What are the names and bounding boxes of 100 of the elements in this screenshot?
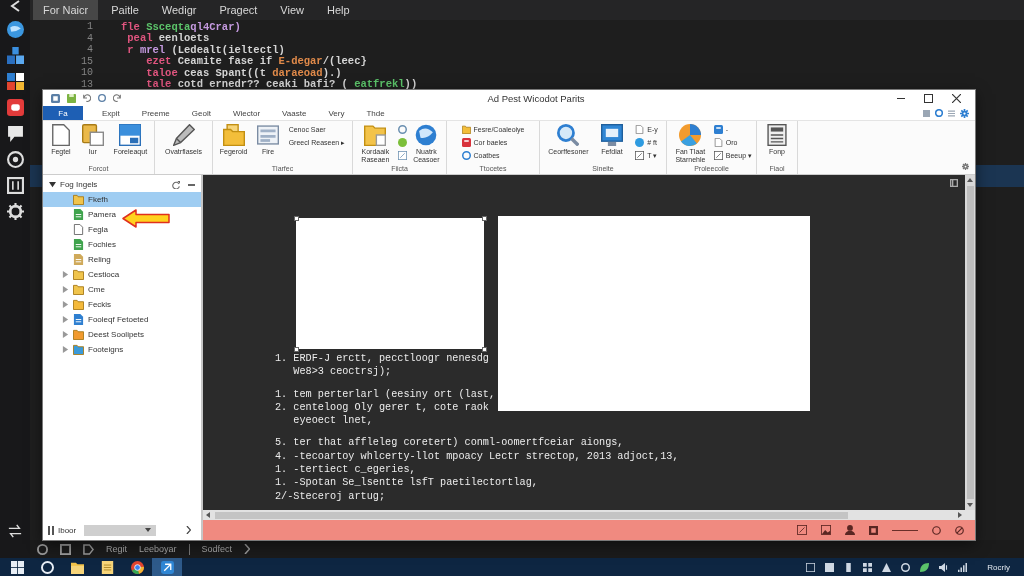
vertical-scrollbar[interactable]	[965, 175, 975, 510]
ring-icon	[461, 151, 471, 160]
menu-item[interactable]: Paitle	[101, 0, 149, 20]
frame-icon	[713, 151, 723, 160]
ribbon-tab[interactable]: Thde	[355, 106, 396, 120]
sheet-icon	[73, 239, 84, 250]
magnifier-icon	[557, 124, 580, 146]
scrollbar-thumb[interactable]	[966, 186, 974, 499]
frame-icon[interactable]	[797, 525, 807, 535]
globe-icon[interactable]	[6, 21, 24, 38]
scrollbar-thumb[interactable]	[215, 511, 848, 519]
code-line: fle Ssceqtaql4Crar)	[121, 20, 241, 33]
code-line: r mrel (Ledealt(ieltectl)	[126, 43, 285, 56]
tree-item[interactable]: Cestioca	[43, 267, 201, 282]
tile-icon[interactable]	[825, 562, 835, 572]
caret-right-icon[interactable]	[958, 512, 962, 518]
canvas-text-line: 1. tem perterlarl (eesiny ort (last,	[275, 387, 497, 401]
menu-item[interactable]: Pragect	[209, 0, 268, 20]
square-icon[interactable]	[60, 543, 71, 555]
tree-item[interactable]: Fochies	[43, 237, 201, 252]
breadcrumb-item[interactable]: Leeboyar	[139, 544, 177, 554]
menu-item[interactable]: View	[270, 0, 314, 20]
person-icon[interactable]	[845, 525, 855, 535]
menu-item[interactable]: Wedigr	[151, 0, 207, 20]
dot-icon[interactable]	[397, 138, 407, 147]
ribbon-tab[interactable]: Geolt	[180, 106, 222, 120]
taskbar-button[interactable]	[152, 558, 182, 576]
caret-icon[interactable]	[49, 181, 56, 188]
page-icon	[49, 124, 72, 146]
minimize-icon[interactable]	[897, 97, 905, 99]
bar-icon[interactable]	[844, 562, 854, 572]
tree-item[interactable]: Reling	[43, 252, 201, 267]
dropdown-field[interactable]	[84, 524, 157, 536]
undo-icon[interactable]	[83, 94, 91, 102]
caret-up-icon[interactable]	[882, 562, 892, 572]
folder-icon	[70, 560, 84, 574]
tree-item[interactable]: Footeigns	[43, 342, 201, 357]
tree-item[interactable]: Fog Ingels	[43, 177, 164, 192]
chat-bubble-icon[interactable]	[6, 125, 24, 142]
line-number: 4	[86, 32, 93, 44]
canvas-text-line: 1. -Spotan Se_lsentte lsfT paetilectortlag,	[275, 476, 539, 490]
caret-down-icon[interactable]	[967, 503, 973, 507]
caret-up-icon[interactable]	[967, 178, 973, 182]
grid-icon[interactable]	[863, 562, 873, 572]
tag-icon[interactable]	[83, 543, 94, 555]
breadcrumb-item[interactable]: Regit	[106, 544, 127, 554]
resize-handle[interactable]	[293, 215, 299, 221]
minus-icon[interactable]	[188, 183, 195, 186]
network-icon[interactable]	[958, 562, 968, 572]
redo-icon[interactable]	[113, 94, 121, 102]
slash-circle-icon[interactable]	[955, 525, 964, 535]
frame-icon[interactable]	[397, 151, 407, 160]
tile-icon[interactable]	[869, 525, 878, 535]
ribbon-tab[interactable]: Fa	[43, 106, 83, 120]
tree-item[interactable]: Deest Soolipets	[43, 327, 201, 342]
leaf-icon[interactable]	[920, 562, 930, 572]
chevron-right-icon[interactable]	[186, 526, 192, 534]
tree-item[interactable]: Fegla	[43, 222, 201, 237]
blocks-icon[interactable]	[6, 47, 24, 64]
app-icon[interactable]	[6, 99, 24, 116]
target-icon[interactable]	[6, 151, 24, 168]
tiles-icon[interactable]	[6, 73, 24, 90]
resize-handle[interactable]	[481, 215, 487, 221]
tree-item[interactable]: Cme	[43, 282, 201, 297]
speaker-icon[interactable]	[939, 562, 949, 572]
tree-item[interactable]: Pamera	[43, 207, 201, 222]
page-icon	[713, 138, 723, 147]
ribbon-tab[interactable]: Vaaste	[271, 106, 318, 120]
chevron-left-icon[interactable]	[9, 0, 21, 12]
settings-icon[interactable]	[6, 203, 24, 220]
ribbon-tab[interactable]: Very	[317, 106, 356, 120]
resize-handle[interactable]	[293, 346, 299, 352]
maximize-icon[interactable]	[924, 93, 933, 103]
chevron-right-icon[interactable]	[244, 544, 251, 554]
ring-icon[interactable]	[37, 543, 48, 555]
canvas-text-line: eyeoect lnet,	[292, 414, 374, 428]
refresh-icon[interactable]	[172, 180, 180, 189]
folder-icon	[73, 284, 84, 295]
picture-icon[interactable]	[821, 525, 831, 535]
tree-item[interactable]: Feckis	[43, 297, 201, 312]
panel-icon[interactable]	[950, 179, 958, 187]
menu-item[interactable]: For Naicr	[33, 0, 99, 20]
arrows-icon[interactable]	[8, 524, 22, 538]
gear-icon[interactable]	[962, 163, 969, 170]
ribbon-tab[interactable]: Wiector	[221, 106, 272, 120]
square-icon[interactable]	[806, 562, 816, 572]
caret-left-icon[interactable]	[206, 512, 210, 518]
menu-item[interactable]: Help	[317, 0, 360, 20]
tile-icon[interactable]	[923, 109, 930, 117]
ribbon-tab[interactable]: Preeme	[130, 106, 181, 120]
close-icon[interactable]	[952, 93, 961, 103]
breadcrumb-item[interactable]: Sodfect	[201, 544, 233, 554]
ribbon-tab[interactable]: Expit	[91, 106, 131, 120]
horizontal-scrollbar[interactable]	[203, 510, 975, 520]
columns-icon[interactable]	[6, 177, 24, 194]
tree-item[interactable]: Fkefh	[43, 192, 201, 207]
gear-icon[interactable]	[960, 108, 969, 118]
resize-handle[interactable]	[481, 346, 487, 352]
tree-item[interactable]: Fooleqf Fetoeted	[43, 312, 201, 327]
line-number: 10	[80, 67, 93, 79]
